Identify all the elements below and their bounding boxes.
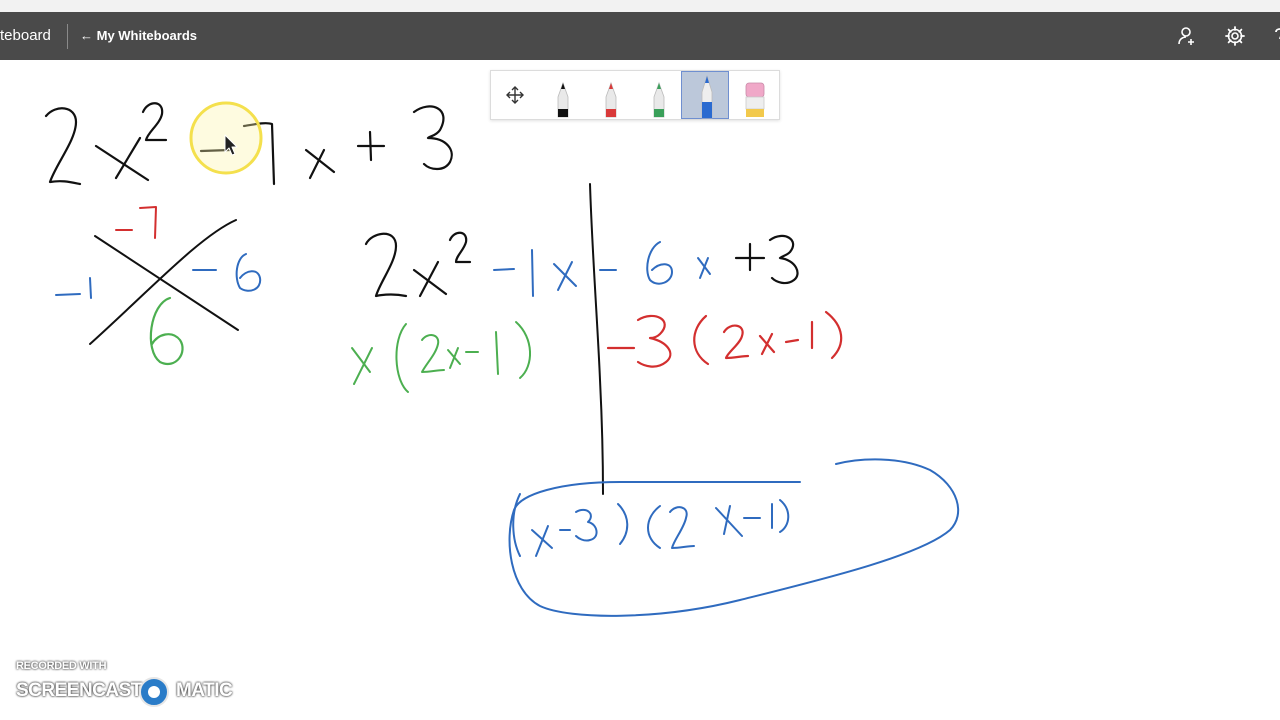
screencast-watermark: RECORDED WITH SCREENCAST MATIC [16,660,256,710]
pen-toolbar [490,70,780,120]
blue-marker-icon [701,74,713,119]
move-arrows-icon [506,86,524,104]
split-left-blue [493,249,577,297]
eraser-tool[interactable] [731,71,779,119]
answer-blue [508,458,960,617]
factor-left-blue [55,277,92,299]
screencast-logo-icon [139,677,169,707]
factor-bottom-green [149,296,184,365]
red-marker-icon [605,81,617,118]
split-divider [589,183,604,495]
black-marker-icon [557,81,569,118]
factor-x-diagram [89,219,239,345]
split-left-black [364,231,472,298]
eraser-icon [745,82,765,117]
red-marker-tool[interactable] [587,71,635,119]
watermark-recorded-with: RECORDED WITH [16,660,107,672]
split-right-blue [599,241,711,285]
factor-product-red [115,206,157,239]
black-marker-tool[interactable] [539,71,587,119]
group-right-red [606,310,843,368]
watermark-left-word: SCREENCAST [16,680,142,701]
green-marker-tool[interactable] [635,71,683,119]
watermark-right-word: MATIC [176,680,233,701]
green-marker-icon [653,81,665,118]
group-left-green [351,321,532,393]
move-tool[interactable] [491,71,539,119]
split-right-black [734,234,799,285]
blue-marker-tool[interactable] [681,71,729,119]
factor-right-blue [192,253,262,292]
